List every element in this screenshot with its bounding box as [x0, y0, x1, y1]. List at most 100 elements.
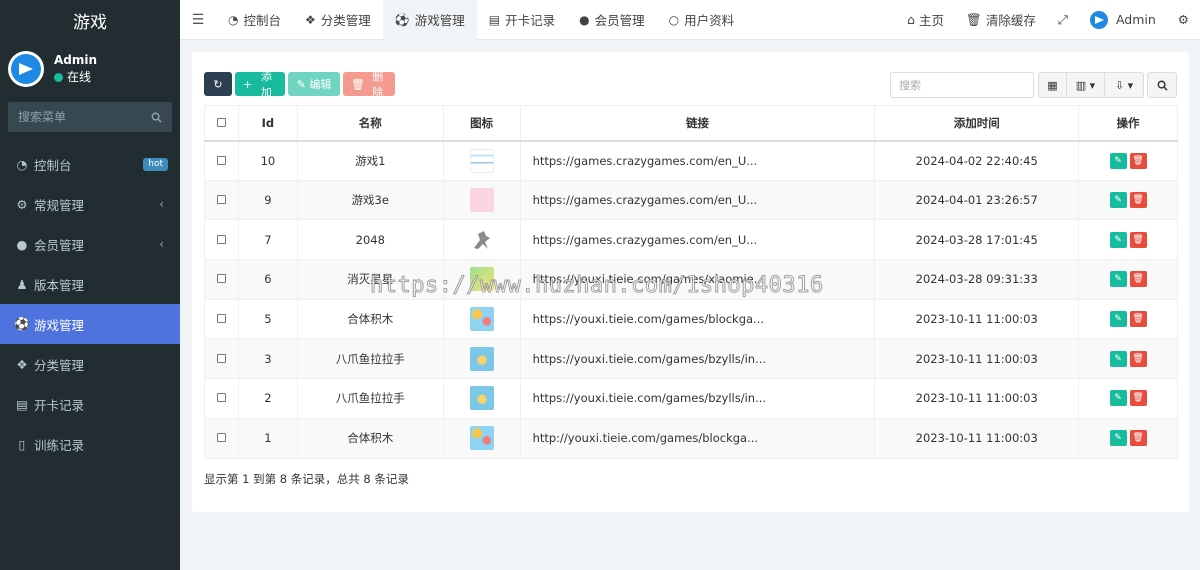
- row-delete-icon[interactable]: 🗑: [1129, 152, 1147, 169]
- row-name: 游戏1: [296, 140, 444, 181]
- row-id: 7: [237, 219, 298, 261]
- game-thumbnail[interactable]: [469, 346, 494, 371]
- row-delete-icon[interactable]: 🗑: [1129, 192, 1147, 209]
- delete-button-label: 删除: [372, 70, 384, 99]
- row-edit-icon[interactable]: ✎: [1109, 231, 1127, 248]
- row-link: https://games.crazygames.com/en_U...: [519, 219, 876, 261]
- search-icon[interactable]: [151, 112, 162, 123]
- row-icon-cell: [442, 338, 521, 380]
- row-delete-icon[interactable]: 🗑: [1129, 231, 1147, 248]
- view-tools: ▦ ▥ ▾ ⇩ ▾: [1038, 72, 1144, 98]
- hot-badge: hot: [143, 157, 168, 171]
- sidebar-item-games[interactable]: ⚽ 游戏管理: [0, 304, 180, 344]
- delete-button[interactable]: 🗑 删除: [343, 70, 395, 99]
- gear-icon[interactable]: ⚙: [1167, 0, 1200, 40]
- circle-icon: ○: [668, 12, 680, 27]
- game-thumbnail[interactable]: [469, 267, 494, 292]
- row-time: 2024-03-28 17:01:45: [874, 219, 1080, 261]
- row-edit-icon[interactable]: ✎: [1109, 192, 1127, 209]
- col-ops: 操作: [1078, 105, 1178, 142]
- user-menu[interactable]: Admin: [1079, 0, 1167, 40]
- row-checkbox[interactable]: [216, 353, 226, 363]
- row-link: http://youxi.tieie.com/games/blockga...: [519, 417, 876, 459]
- table-row: 7 2048 https://games.crazygames.com/en_U…: [204, 219, 1178, 261]
- sidebar-item-label: 训练记录: [34, 437, 85, 453]
- row-checkbox[interactable]: [216, 433, 226, 443]
- row-checkbox[interactable]: [216, 393, 226, 403]
- tab-profile[interactable]: ○ 用户资料: [657, 0, 747, 40]
- home-link[interactable]: ⌂ 主页: [896, 0, 955, 40]
- menu-toggle-icon[interactable]: ☰: [180, 0, 216, 40]
- col-name[interactable]: 名称: [296, 105, 444, 142]
- row-delete-icon[interactable]: 🗑: [1129, 390, 1147, 407]
- refresh-button[interactable]: ↻: [204, 72, 232, 96]
- add-button-label: 添加: [260, 70, 272, 99]
- fullscreen-icon[interactable]: ⤢: [1047, 0, 1079, 40]
- sidebar-item-card-records[interactable]: ▤ 开卡记录: [0, 384, 180, 424]
- row-edit-icon[interactable]: ✎: [1109, 390, 1127, 407]
- tab-categories[interactable]: ❖ 分类管理: [293, 0, 383, 40]
- brand-title[interactable]: 游戏: [0, 0, 180, 40]
- sidebar-item-members[interactable]: ● 会员管理 ‹: [0, 224, 180, 264]
- row-checkbox[interactable]: [216, 274, 226, 284]
- tab-games[interactable]: ⚽ 游戏管理: [382, 0, 477, 40]
- sidebar-item-categories[interactable]: ❖ 分类管理: [0, 344, 180, 384]
- row-edit-icon[interactable]: ✎: [1109, 311, 1127, 328]
- row-delete-icon[interactable]: 🗑: [1129, 311, 1147, 328]
- row-checkbox[interactable]: [216, 234, 226, 244]
- row-delete-icon[interactable]: 🗑: [1129, 430, 1147, 447]
- game-thumbnail[interactable]: [469, 148, 494, 173]
- row-icon-cell: [442, 179, 521, 221]
- add-button[interactable]: + 添加: [235, 70, 285, 99]
- sidebar-item-general[interactable]: ⚙ 常规管理 ‹: [0, 184, 180, 224]
- tab-card-records[interactable]: ▤ 开卡记录: [477, 0, 567, 40]
- game-thumbnail[interactable]: [469, 188, 494, 213]
- sidebar-item-label: 会员管理: [34, 237, 85, 253]
- row-edit-icon[interactable]: ✎: [1109, 152, 1127, 169]
- row-select-cell: [204, 259, 239, 300]
- game-thumbnail[interactable]: [470, 228, 494, 252]
- sidebar-item-versions[interactable]: ♟ 版本管理: [0, 264, 180, 304]
- export-dropdown-icon[interactable]: ⇩ ▾: [1105, 73, 1143, 97]
- game-thumbnail[interactable]: [469, 426, 494, 451]
- col-link[interactable]: 链接: [519, 105, 876, 142]
- clear-cache-button[interactable]: 🗑 清除缓存: [955, 0, 1047, 40]
- columns-dropdown-icon[interactable]: ▥ ▾: [1067, 73, 1105, 97]
- tab-label: 会员管理: [594, 13, 645, 28]
- row-checkbox[interactable]: [216, 314, 226, 324]
- row-ops: ✎ 🗑: [1078, 378, 1178, 419]
- col-id[interactable]: Id: [237, 105, 298, 142]
- plus-icon: +: [243, 77, 253, 91]
- sidebar-item-label: 版本管理: [34, 277, 85, 293]
- table-row: 3 八爪鱼拉拉手 https://youxi.tieie.com/games/b…: [204, 338, 1178, 380]
- row-edit-icon[interactable]: ✎: [1109, 350, 1127, 367]
- sidebar-item-training-records[interactable]: ▯ 训练记录: [0, 424, 180, 464]
- row-delete-icon[interactable]: 🗑: [1129, 350, 1147, 367]
- advanced-search-icon[interactable]: [1147, 72, 1177, 98]
- toggle-view-icon[interactable]: ▦: [1039, 73, 1067, 97]
- tab-dashboard[interactable]: ◔ 控制台: [216, 0, 293, 40]
- game-thumbnail[interactable]: [469, 386, 494, 411]
- row-link: https://youxi.tieie.com/games/bzylls/in.…: [519, 338, 876, 380]
- select-all-checkbox[interactable]: [216, 117, 226, 127]
- menu-search-input[interactable]: [18, 110, 138, 124]
- cogs-icon: ⚙: [16, 196, 28, 212]
- row-link: https://youxi.tieie.com/games/xiaomie...: [519, 259, 876, 300]
- row-icon-cell: [442, 219, 521, 261]
- clear-cache-label: 清除缓存: [985, 13, 1036, 28]
- game-thumbnail[interactable]: [469, 307, 494, 332]
- table-search-input[interactable]: [890, 72, 1034, 98]
- edit-button[interactable]: ✎ 编辑: [288, 72, 340, 96]
- sidebar-item-dashboard[interactable]: ◔ 控制台 hot: [0, 144, 180, 184]
- row-checkbox[interactable]: [216, 155, 226, 165]
- row-id: 10: [237, 140, 298, 181]
- row-ops: ✎ 🗑: [1078, 417, 1178, 459]
- row-edit-icon[interactable]: ✎: [1109, 430, 1127, 447]
- table-row: 5 合体积木 https://youxi.tieie.com/games/blo…: [204, 298, 1178, 340]
- tab-members[interactable]: ● 会员管理: [567, 0, 657, 40]
- row-checkbox[interactable]: [216, 195, 226, 205]
- col-time[interactable]: 添加时间: [874, 105, 1080, 142]
- row-edit-icon[interactable]: ✎: [1109, 271, 1127, 288]
- row-delete-icon[interactable]: 🗑: [1129, 271, 1147, 288]
- row-link: https://games.crazygames.com/en_U...: [519, 140, 876, 181]
